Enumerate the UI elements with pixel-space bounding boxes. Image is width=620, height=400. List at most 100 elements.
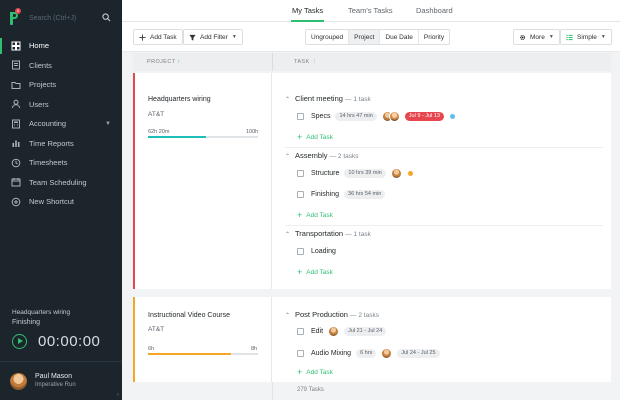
task-name[interactable]: Specs [311,113,330,120]
sidebar-item-time-reports[interactable]: Time Reports [0,134,122,154]
add-filter-label: Add Filter [200,33,228,41]
user-name: Paul Mason [35,373,72,380]
task-row[interactable]: Structure 10 hrs 39 min [297,167,413,179]
task-group-header[interactable]: ⌃ Client meeting — 1 task [285,94,371,103]
task-name[interactable]: Loading [311,248,336,255]
chevron-down-icon[interactable]: ▼ [105,121,111,127]
project-name[interactable]: Instructional Video Course [148,312,230,319]
task-checkbox[interactable] [297,349,304,357]
task-name[interactable]: Edit [311,328,323,335]
more-button[interactable]: More ▼ [513,29,560,45]
task-checkbox[interactable] [297,247,304,255]
avatar [381,347,393,359]
task-row[interactable]: Loading [297,245,336,257]
grouping-selector: Ungrouped Project Due Date Priority [305,29,451,45]
add-task-link[interactable]: + Add Task [297,133,333,142]
projects-icon [11,81,21,89]
due-date-badge[interactable]: Jul 24 - Jul 25 [397,348,440,358]
project-info: Instructional Video Course AT&T 6h 8h [133,297,272,382]
due-date-badge[interactable]: Jul 9 - Jul 13 [404,111,444,121]
add-task-link[interactable]: + Add Task [297,268,333,277]
progress-total: 8h [251,346,258,352]
task-checkbox[interactable] [297,112,304,120]
sidebar-nav: Home Clients Projects Users Accounting ▼… [0,36,122,212]
sidebar-item-clients[interactable]: Clients [0,56,122,76]
sidebar-item-label: Timesheets [29,158,68,168]
add-filter-button[interactable]: Add Filter ▼ [183,29,243,45]
users-icon [12,100,20,109]
due-date-badge[interactable]: Jul 21 - Jul 24 [344,326,387,336]
status-dot [407,170,413,176]
chevron-down-icon: ▼ [600,34,606,40]
task-group-header[interactable]: ⌃ Transportation — 1 task [285,229,371,238]
chevron-up-icon[interactable]: ⌃ [285,153,292,160]
task-checkbox[interactable] [297,169,304,177]
main-content: My Tasks Team's Tasks Dashboard Add Task… [122,0,620,400]
sidebar-item-accounting[interactable]: Accounting ▼ [0,114,122,134]
timer-project[interactable]: Headquarters wiring [12,308,122,317]
user-company: Imperative Run [35,382,76,388]
home-icon [11,41,21,51]
sidebar-item-label: Projects [29,80,57,90]
tab-dashboard[interactable]: Dashboard [416,6,453,15]
project-name[interactable]: Headquarters wiring [148,96,211,103]
task-name[interactable]: Audio Mixing [311,350,351,357]
task-row[interactable]: Edit Jul 21 - Jul 24 [297,325,387,337]
group-due-date[interactable]: Due Date [380,30,419,44]
progress-total: 100h [246,129,259,135]
tab-my-tasks[interactable]: My Tasks [290,6,325,22]
sidebar-item-new-shortcut[interactable]: New Shortcut [0,192,122,212]
group-priority[interactable]: Priority [419,30,449,44]
avatar [390,167,402,179]
task-name[interactable]: Structure [311,170,339,177]
tab-teams-tasks[interactable]: Team's Tasks [348,6,393,15]
chevron-up-icon[interactable]: ⌃ [285,96,292,103]
task-row[interactable]: Audio Mixing 6 hrs Jul 24 - Jul 25 [297,347,440,359]
add-task-link[interactable]: + Add Task [297,368,333,377]
task-row[interactable]: Specs 14 hrs 47 min Jul 9 - Jul 13 [297,110,455,122]
sidebar-item-label: Clients [29,60,52,70]
time-reports-icon [12,140,20,148]
project-client[interactable]: AT&T [148,111,164,118]
collapse-sidebar-icon[interactable]: ‹ [114,390,122,400]
sidebar-item-timesheets[interactable]: Timesheets [0,153,122,173]
task-column-header[interactable]: TASK ⋮ [294,59,317,65]
view-mode-label: Simple [577,33,597,41]
notification-badge[interactable]: 0 [15,8,21,14]
task-group-header[interactable]: ⌃ Post Production — 2 tasks [285,310,379,319]
progress-fill [148,353,231,355]
sidebar-item-label: Accounting [29,119,67,129]
sidebar-item-users[interactable]: Users [0,95,122,115]
task-checkbox[interactable] [297,327,304,335]
group-ungrouped[interactable]: Ungrouped [306,30,350,44]
status-dot [449,113,455,119]
search-icon[interactable] [102,13,111,22]
timer-widget: Headquarters wiring Finishing 00:00:00 [0,308,122,350]
list-footer: 279 Tasks [133,382,611,400]
project-client[interactable]: AT&T [148,326,164,333]
add-task-link[interactable]: + Add Task [297,211,333,220]
chevron-up-icon[interactable]: ⌃ [285,231,292,238]
project-column-header[interactable]: PROJECT ↑ [147,59,180,65]
chevron-up-icon[interactable]: ⌃ [285,312,292,319]
search-input[interactable]: Search (Ctrl+J) [29,15,76,22]
timer-task[interactable]: Finishing [12,317,122,328]
task-row[interactable]: Finishing 36 hrs 54 min [297,188,386,200]
sidebar-item-home[interactable]: Home [0,36,122,56]
clients-icon [12,60,20,70]
list-icon [566,34,573,40]
task-name[interactable]: Finishing [311,191,339,198]
group-project[interactable]: Project [349,30,381,44]
task-checkbox[interactable] [297,190,304,198]
view-mode-button[interactable]: Simple ▼ [560,29,612,45]
play-icon[interactable] [12,334,27,349]
sidebar: 0 Search (Ctrl+J) Home Clients Projects … [0,0,122,400]
sidebar-item-projects[interactable]: Projects [0,75,122,95]
add-task-button[interactable]: Add Task [133,29,183,45]
task-group-header[interactable]: ⌃ Assembly — 2 tasks [285,151,359,160]
more-label: More [530,33,545,41]
app-logo[interactable]: 0 [9,8,21,25]
user-profile[interactable]: Paul Mason Imperative Run [0,361,122,400]
sidebar-item-label: Users [29,99,49,109]
sidebar-item-team-scheduling[interactable]: Team Scheduling [0,173,122,193]
